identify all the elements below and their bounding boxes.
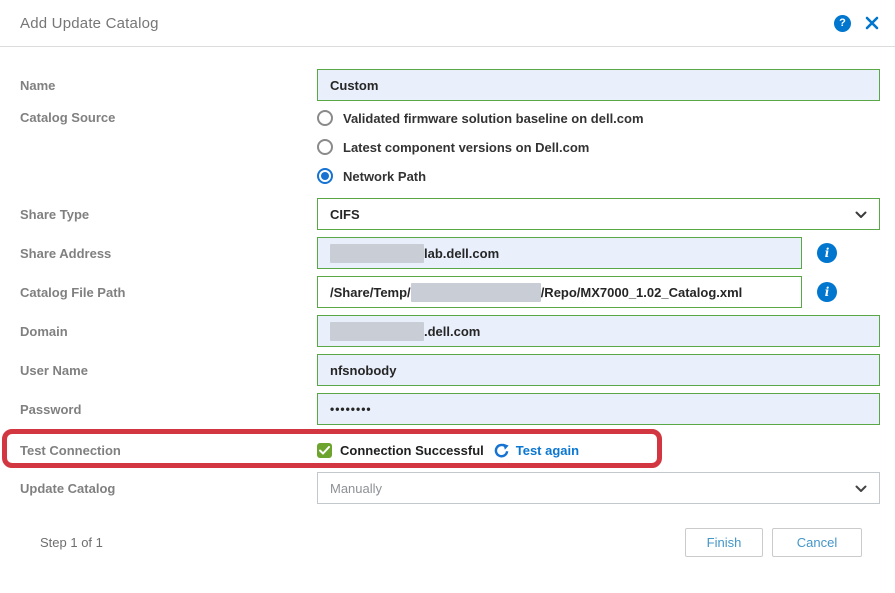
domain-input[interactable]: .dell.com [317,315,880,347]
path-suffix: /Repo/MX7000_1.02_Catalog.xml [541,285,743,300]
step-indicator: Step 1 of 1 [40,535,103,550]
finish-button[interactable]: Finish [685,528,763,557]
share-type-label: Share Type [20,207,317,222]
catalog-source-label: Catalog Source [20,108,317,125]
name-row: Name Custom [20,69,880,101]
radio-label: Latest component versions on Dell.com [343,140,589,155]
password-label: Password [20,402,317,417]
radio-icon [317,139,333,155]
path-prefix: /Share/Temp/ [330,285,411,300]
add-update-catalog-dialog: Add Update Catalog ? Name Custom Catalog… [0,0,895,593]
close-icon[interactable] [864,15,880,31]
update-catalog-row: Update Catalog Manually [20,472,880,504]
user-name-label: User Name [20,363,317,378]
catalog-source-radio-group: Validated firmware solution baseline on … [317,108,644,184]
domain-label: Domain [20,324,317,339]
name-input[interactable]: Custom [317,69,880,101]
share-address-input[interactable]: lab.dell.com [317,237,802,269]
share-address-value: lab.dell.com [424,246,499,261]
catalog-file-path-row: Catalog File Path /Share/Temp/ /Repo/MX70… [20,276,880,308]
catalog-file-path-input[interactable]: /Share/Temp/ /Repo/MX7000_1.02_Catalog.xm… [317,276,802,308]
redacted-text-block [330,244,424,263]
connection-status-text: Connection Successful [340,443,484,458]
dialog-title: Add Update Catalog [20,15,159,32]
share-address-label: Share Address [20,246,317,261]
dialog-footer: Step 1 of 1 Finish Cancel [20,528,880,557]
chevron-down-icon [855,207,867,222]
test-again-link[interactable]: Test again [516,443,579,458]
refresh-icon[interactable] [494,443,509,458]
domain-value: .dell.com [424,324,480,339]
catalog-source-row: Catalog Source Validated firmware soluti… [20,108,880,184]
radio-label: Network Path [343,169,426,184]
test-connection-row: Test Connection Connection Successful Te… [20,432,880,468]
success-checkbox-icon [317,443,332,458]
user-name-row: User Name nfsnobody [20,354,880,386]
password-row: Password •••••••• [20,393,880,425]
test-connection-label: Test Connection [20,443,317,458]
catalog-file-path-label: Catalog File Path [20,285,317,300]
dialog-body: Name Custom Catalog Source Validated fir… [0,47,895,557]
name-label: Name [20,78,317,93]
share-address-row: Share Address lab.dell.com i [20,237,880,269]
share-type-select[interactable]: CIFS [317,198,880,230]
radio-label: Validated firmware solution baseline on … [343,111,644,126]
info-icon[interactable]: i [817,282,837,302]
password-masked-value: •••••••• [330,402,372,416]
domain-row: Domain .dell.com [20,315,880,347]
info-icon[interactable]: i [817,243,837,263]
radio-icon [317,110,333,126]
radio-icon [317,168,333,184]
user-name-input[interactable]: nfsnobody [317,354,880,386]
update-catalog-value: Manually [330,481,855,496]
cancel-button[interactable]: Cancel [772,528,862,557]
radio-network-path[interactable]: Network Path [317,168,644,184]
update-catalog-label: Update Catalog [20,481,317,496]
redacted-text-block [330,322,424,341]
update-catalog-select[interactable]: Manually [317,472,880,504]
share-type-value: CIFS [330,207,855,222]
chevron-down-icon [855,481,867,496]
dialog-header: Add Update Catalog ? [0,0,895,47]
share-type-row: Share Type CIFS [20,198,880,230]
password-input[interactable]: •••••••• [317,393,880,425]
redacted-text-block [411,283,541,302]
radio-latest-component-versions[interactable]: Latest component versions on Dell.com [317,139,644,155]
help-icon[interactable]: ? [834,15,851,32]
radio-validated-firmware-baseline[interactable]: Validated firmware solution baseline on … [317,110,644,126]
